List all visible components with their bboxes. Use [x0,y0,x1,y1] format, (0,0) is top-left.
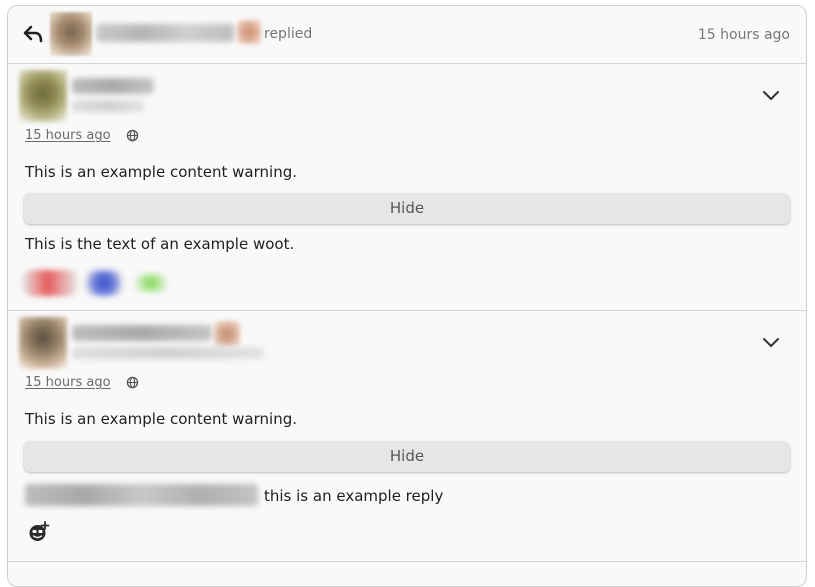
replier-name-emoji [237,20,261,44]
post-body-text: this is an example reply [264,487,444,505]
replier-name-redacted[interactable] [96,24,234,42]
author-name-redacted[interactable] [72,78,154,94]
replier-avatar[interactable] [50,12,92,56]
chevron-down-icon[interactable] [762,337,780,349]
add-reaction-icon[interactable] [28,521,50,543]
notification-card: replied 15 hours ago 15 hours ago This i… [7,5,807,587]
author-handle-redacted [72,100,144,112]
post-original: 15 hours ago This is an example content … [8,64,806,311]
notification-header: replied 15 hours ago [8,6,806,64]
notification-action-label: replied [264,26,313,42]
author-name-redacted[interactable] [72,325,212,341]
author-name-emoji [214,321,240,347]
hide-content-button[interactable]: Hide [24,441,790,472]
post-timestamp-link[interactable]: 15 hours ago [25,128,111,143]
reaction-chip[interactable] [84,270,124,296]
reaction-bar [20,262,170,302]
hide-content-button[interactable]: Hide [24,193,790,224]
mention-redacted[interactable] [25,484,258,506]
globe-icon [126,129,139,142]
post-timestamp-link[interactable]: 15 hours ago [25,375,111,390]
reply-arrow-icon [23,25,43,43]
content-warning-text: This is an example content warning. [25,163,297,181]
reaction-chip[interactable] [22,270,78,296]
chevron-down-icon[interactable] [762,90,780,102]
globe-icon [126,376,139,389]
post-body-text: This is the text of an example woot. [25,235,295,253]
author-avatar[interactable] [19,70,67,122]
reaction-chip[interactable] [134,274,168,292]
notification-time: 15 hours ago [697,27,790,43]
post-reply: 15 hours ago This is an example content … [8,311,806,562]
author-avatar[interactable] [19,317,67,369]
content-warning-text: This is an example content warning. [25,410,297,428]
author-handle-redacted [72,347,264,359]
